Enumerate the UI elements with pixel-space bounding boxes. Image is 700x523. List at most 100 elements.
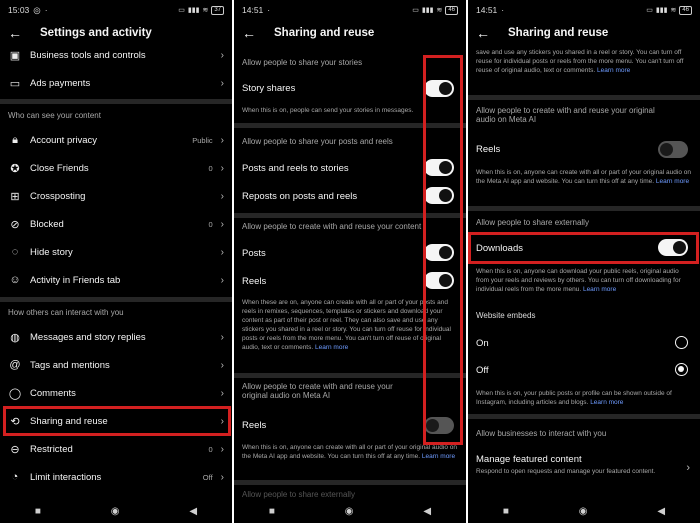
audio-help: When this is on, anyone can create with … xyxy=(476,168,692,186)
downloads-help-text: When this is on, anyone can download you… xyxy=(476,268,681,293)
divider xyxy=(234,373,466,378)
recent-apps-icon[interactable]: ■ xyxy=(503,506,509,517)
battery-icon: 46 xyxy=(445,5,458,15)
sharing-settings: save and use any stickers you shared in … xyxy=(468,46,700,523)
chevron-right-icon: › xyxy=(686,462,690,474)
manage-featured-help: Respond to open requests and manage your… xyxy=(476,468,656,475)
menu-item-sharing-reuse[interactable]: ⟲ Sharing and reuse › xyxy=(0,408,232,434)
chevron-right-icon: › xyxy=(220,190,224,202)
menu-item-crossposting[interactable]: ⊞ Crossposting › xyxy=(0,183,232,209)
status-bar: 15:03 ◎ · ▭ ▮▮▮ ≋ 37 xyxy=(0,0,232,20)
menu-item-label: Activity in Friends tab xyxy=(30,274,121,286)
back-triangle-icon[interactable]: ◀ xyxy=(423,506,431,517)
toggle-knob xyxy=(439,161,452,174)
menu-item-label: Comments xyxy=(30,387,76,399)
back-arrow-icon[interactable]: ← xyxy=(242,25,256,41)
lock-icon: 🔒︎ xyxy=(12,133,18,146)
android-nav-bar: ■ ◉ ◀ xyxy=(0,499,232,523)
wifi-icon: ≋ xyxy=(436,7,443,14)
back-triangle-icon[interactable]: ◀ xyxy=(189,506,197,517)
divider xyxy=(234,123,466,128)
header: ← Sharing and reuse xyxy=(468,20,700,46)
menu-item-close-friends[interactable]: ✪ Close Friends 0 › xyxy=(0,155,232,181)
chevron-right-icon: › xyxy=(220,387,224,399)
divider xyxy=(234,213,466,218)
embeds-off-radio[interactable] xyxy=(675,363,688,376)
people-icon: ☺ xyxy=(9,274,21,286)
learn-more-link[interactable]: Learn more xyxy=(422,453,455,460)
status-time: 14:51 xyxy=(476,5,498,15)
back-arrow-icon[interactable]: ← xyxy=(8,25,22,41)
signal-icon: ▮▮▮ xyxy=(187,7,200,14)
section-title-create: Allow people to create with and reuse yo… xyxy=(242,222,422,231)
posts-toggle[interactable] xyxy=(424,244,454,261)
chevron-right-icon: › xyxy=(220,246,224,258)
recent-apps-icon[interactable]: ■ xyxy=(269,506,275,517)
messenger-icon: ◍ xyxy=(10,331,20,344)
learn-more-link[interactable]: Learn more xyxy=(315,344,348,351)
chevron-right-icon: › xyxy=(220,471,224,483)
menu-item-tags-mentions[interactable]: @ Tags and mentions › xyxy=(0,352,232,378)
android-nav-bar: ■ ◉ ◀ xyxy=(468,499,700,523)
back-triangle-icon[interactable]: ◀ xyxy=(657,506,665,517)
chevron-right-icon: › xyxy=(220,77,224,89)
settings-list: ▣ Business tools and controls › ▭ Ads pa… xyxy=(0,46,232,523)
toggle-knob xyxy=(439,82,452,95)
menu-item-account-privacy[interactable]: 🔒︎ Account privacy Public › xyxy=(0,127,232,153)
sharing-reuse-screen-top: 14:51 · ▭ ▮▮▮ ≋ 46 ← Sharing and reuse Allow… xyxy=(234,0,466,523)
menu-item-ads-payments[interactable]: ▭ Ads payments › xyxy=(0,70,232,96)
menu-item-limit-interactions[interactable]: ◔ Limit interactions Off › xyxy=(0,464,232,490)
reels-audio-toggle[interactable] xyxy=(658,141,688,158)
audio-help: When this is on, anyone can create with … xyxy=(242,443,458,461)
posts-reels-stories-toggle[interactable] xyxy=(424,159,454,176)
reels-audio-toggle[interactable] xyxy=(424,417,454,434)
chevron-right-icon: › xyxy=(220,218,224,230)
manage-featured-label[interactable]: Manage featured content xyxy=(476,454,692,465)
status-dot-icon: · xyxy=(44,5,48,15)
learn-more-link[interactable]: Learn more xyxy=(590,399,623,406)
menu-item-blocked[interactable]: ⊘ Blocked 0 › xyxy=(0,211,232,237)
menu-item-restricted[interactable]: ⊖ Restricted 0 › xyxy=(0,436,232,462)
menu-item-business-tools[interactable]: ▣ Business tools and controls › xyxy=(0,42,232,68)
reposts-toggle[interactable] xyxy=(424,187,454,204)
signal-icon: ▮▮▮ xyxy=(421,7,434,14)
menu-item-messages-replies[interactable]: ◍ Messages and story replies › xyxy=(0,324,232,350)
section-title-partial: Allow people to share externally xyxy=(242,490,355,499)
toggle-knob xyxy=(426,419,439,432)
sharing-settings: Allow people to share your stories Story… xyxy=(234,46,466,523)
chevron-right-icon: › xyxy=(220,359,224,371)
embeds-on-radio[interactable] xyxy=(675,336,688,349)
menu-item-label: Business tools and controls xyxy=(30,49,146,61)
section-title-audio: Allow people to create with and reuse yo… xyxy=(476,106,655,124)
divider xyxy=(468,206,700,211)
recent-apps-icon[interactable]: ■ xyxy=(35,506,41,517)
menu-item-value: 0 xyxy=(208,444,213,454)
learn-more-link[interactable]: Learn more xyxy=(597,67,630,74)
home-icon[interactable]: ◉ xyxy=(111,506,120,517)
page-title: Sharing and reuse xyxy=(274,27,375,39)
chevron-right-icon: › xyxy=(220,162,224,174)
back-arrow-icon[interactable]: ← xyxy=(476,25,490,41)
downloads-toggle[interactable] xyxy=(658,239,688,256)
menu-item-activity-friends-tab[interactable]: ☺ Activity in Friends tab › xyxy=(0,267,232,293)
story-shares-toggle[interactable] xyxy=(424,80,454,97)
section-title-external: Allow people to share externally xyxy=(476,218,589,227)
learn-more-link[interactable]: Learn more xyxy=(656,178,689,185)
menu-item-hide-story[interactable]: ◌ Hide story › xyxy=(0,239,232,265)
menu-item-comments[interactable]: ◯ Comments › xyxy=(0,380,232,406)
embeds-help: When this is on, your public posts or pr… xyxy=(476,389,692,407)
status-bar: 14:51 · ▭ ▮▮▮ ≋ 46 xyxy=(234,0,466,20)
toggle-knob xyxy=(439,274,452,287)
screens-composite: 15:03 ◎ · ▭ ▮▮▮ ≋ 37 ← Settings and activity … xyxy=(0,0,700,523)
vpn-icon: ▭ xyxy=(412,7,419,14)
menu-item-label: Tags and mentions xyxy=(30,359,110,371)
reels-toggle[interactable] xyxy=(424,272,454,289)
comment-icon: ◯ xyxy=(8,387,22,400)
chevron-right-icon: › xyxy=(220,49,224,61)
chevron-right-icon: › xyxy=(220,134,224,146)
home-icon[interactable]: ◉ xyxy=(345,506,354,517)
story-shares-help: When this is on, people can send your st… xyxy=(242,107,414,114)
learn-more-link[interactable]: Learn more xyxy=(583,286,616,293)
home-icon[interactable]: ◉ xyxy=(579,506,588,517)
instagram-status-icon: ◎ xyxy=(33,4,41,15)
